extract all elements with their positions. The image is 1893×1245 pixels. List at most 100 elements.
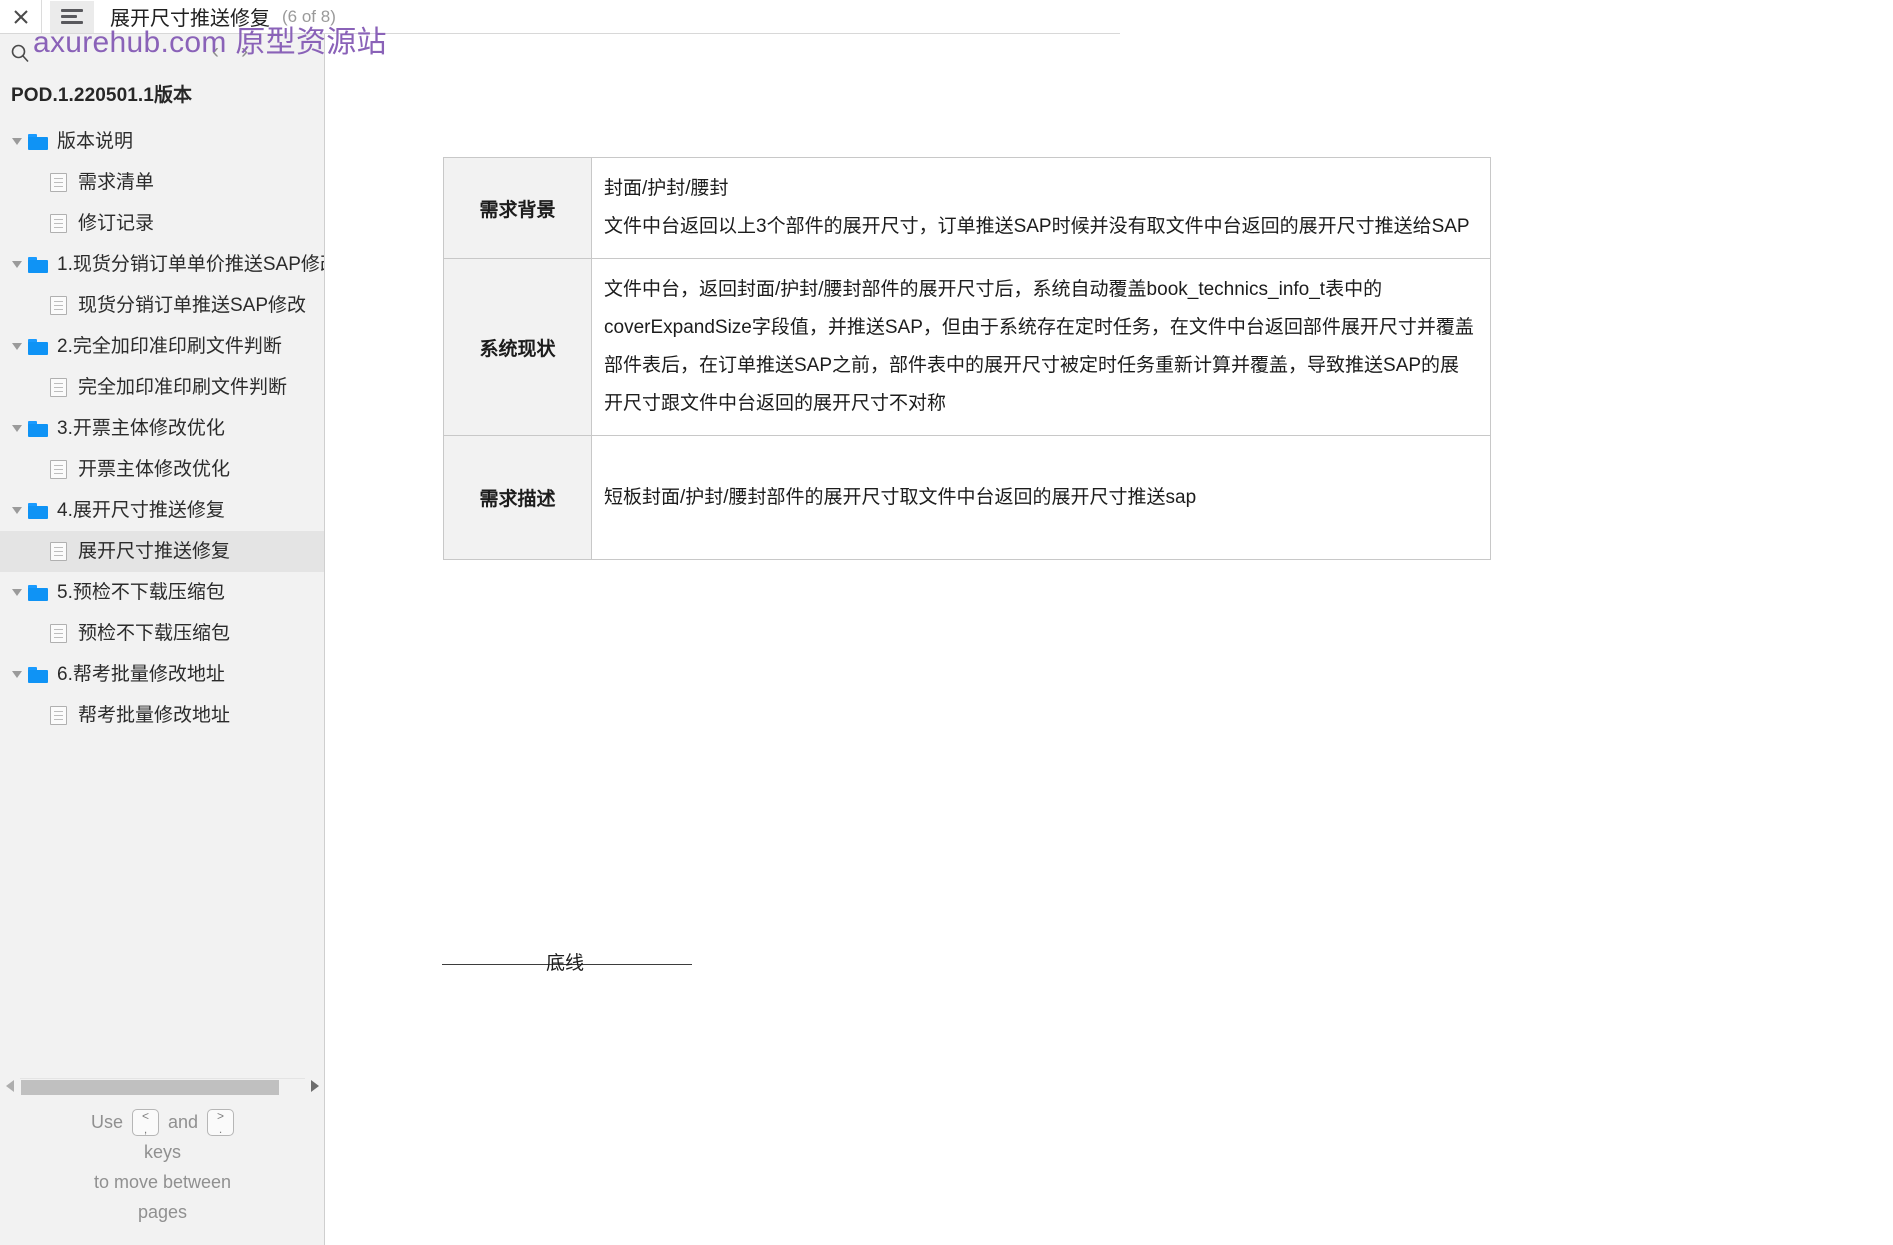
table-value-line: 封面/护封/腰封	[604, 178, 729, 199]
bottom-line-widget: 底线	[442, 952, 692, 976]
folder-icon	[28, 502, 48, 519]
next-page-keycap: > .	[207, 1108, 235, 1136]
tree-page-row[interactable]: 展开尺寸推送修复	[0, 531, 324, 572]
table-value-line: 开尺寸跟文件中台返回的展开尺寸不对称	[604, 393, 947, 414]
tree-page-row[interactable]: 预检不下载压缩包	[0, 613, 324, 654]
folder-icon	[28, 420, 48, 437]
table-row-value: 封面/护封/腰封文件中台返回以上3个部件的展开尺寸，订单推送SAP时候并没有取文…	[591, 157, 1491, 259]
page-nav-arrows: ‹ ›	[212, 40, 248, 64]
prev-page-keycap: < ,	[131, 1108, 159, 1136]
scrollbar-thumb[interactable]	[21, 1079, 279, 1095]
table-row-label: 需求描述	[443, 435, 592, 560]
scroll-left-arrow-icon[interactable]	[0, 1080, 20, 1092]
page-tree: 版本说明需求清单修订记录 1.现货分销订单单价推送SAP修改 现货分销订单推送SAP…	[0, 121, 324, 736]
table-row-label: 系统现状	[443, 258, 592, 436]
tree-item-label: 现货分销订单推送SAP修改	[78, 295, 307, 316]
chevron-down-icon[interactable]	[6, 425, 28, 432]
tree-page-row[interactable]: 需求清单	[0, 162, 324, 203]
hint-use-label: Use	[90, 1112, 123, 1132]
page-count-indicator: (6 of 8)	[282, 6, 336, 26]
tree-page-row[interactable]: 帮考批量修改地址	[0, 695, 324, 736]
tree-folder-row[interactable]: 6.帮考批量修改地址	[0, 654, 324, 695]
folder-icon	[28, 133, 48, 150]
chevron-down-icon[interactable]	[6, 589, 28, 596]
tree-item-label: 1.现货分销订单单价推送SAP修改	[57, 254, 324, 275]
sidebar-panel: ‹ › POD.1.220501.1版本 版本说明需求清单修订记录 1.现货分销订…	[0, 34, 325, 1245]
tree-item-label: 需求清单	[78, 172, 155, 193]
tree-item-label: 帮考批量修改地址	[78, 705, 231, 726]
page-document-icon	[50, 173, 67, 192]
table-value-line: coverExpandSize字段值，并推送SAP，但由于系统存在定时任务，在文…	[604, 317, 1474, 338]
page-document-icon	[50, 214, 67, 233]
hint-pages: pages	[137, 1202, 188, 1222]
keyboard-hint-footer: Use < , and > . keys to move between pag…	[0, 1107, 324, 1227]
chevron-down-icon[interactable]	[6, 343, 28, 350]
sidebar-toolbar: ‹ ›	[0, 34, 324, 72]
hint-and-label: and	[167, 1112, 199, 1132]
chevron-down-icon[interactable]	[6, 671, 28, 678]
table-row: 系统现状 文件中台，返回封面/护封/腰封部件的展开尺寸后，系统自动覆盖book_t…	[443, 258, 1491, 436]
tree-item-label: 3.开票主体修改优化	[57, 418, 225, 439]
tree-page-row[interactable]: 开票主体修改优化	[0, 449, 324, 490]
tree-item-label: 完全加印准印刷文件判断	[78, 377, 288, 398]
prev-page-arrow[interactable]: ‹	[212, 40, 219, 64]
folder-icon	[28, 256, 48, 273]
folder-icon	[28, 666, 48, 683]
keycap-next-bottom: .	[218, 1122, 223, 1136]
chevron-down-icon[interactable]	[6, 261, 28, 268]
page-document-icon	[50, 542, 67, 561]
sidebar-horizontal-scrollbar[interactable]	[0, 1075, 324, 1097]
scrollbar-track[interactable]	[20, 1077, 305, 1095]
page-document-icon	[50, 706, 67, 725]
keycap-prev-top: <	[141, 1109, 149, 1123]
prototype-viewer-app: ‹ › POD.1.220501.1版本 版本说明需求清单修订记录 1.现货分销订…	[0, 0, 1893, 1245]
folder-icon	[28, 584, 48, 601]
table-value-line: 文件中台返回以上3个部件的展开尺寸，订单推送SAP时候并没有取文件中台返回的展开…	[604, 216, 1470, 237]
viewer-topbar: 展开尺寸推送修复 (6 of 8)	[0, 0, 1120, 34]
hint-move-between: to move between	[93, 1172, 232, 1192]
tree-folder-row[interactable]: 版本说明	[0, 121, 324, 162]
close-icon[interactable]	[0, 0, 42, 33]
tree-item-label: 2.完全加印准印刷文件判断	[57, 336, 282, 357]
search-icon[interactable]	[0, 34, 40, 72]
table-row-value: 文件中台，返回封面/护封/腰封部件的展开尺寸后，系统自动覆盖book_techn…	[591, 258, 1491, 436]
page-document-icon	[50, 624, 67, 643]
hint-keys-word: keys	[143, 1142, 181, 1162]
tree-item-label: 预检不下载压缩包	[78, 623, 231, 644]
requirement-table: 需求背景 封面/护封/腰封文件中台返回以上3个部件的展开尺寸，订单推送SAP时候并…	[443, 157, 1491, 560]
tree-item-label: 6.帮考批量修改地址	[57, 664, 225, 685]
page-document-icon	[50, 460, 67, 479]
table-row-label: 需求背景	[443, 157, 592, 259]
table-value-line: 部件表后，在订单推送SAP之前，部件表中的展开尺寸被定时任务重新计算并覆盖，导致…	[604, 355, 1460, 376]
table-row: 需求背景 封面/护封/腰封文件中台返回以上3个部件的展开尺寸，订单推送SAP时候并…	[443, 157, 1491, 259]
chevron-down-icon[interactable]	[6, 138, 28, 145]
tree-folder-row[interactable]: 5.预检不下载压缩包	[0, 572, 324, 613]
scroll-right-arrow-icon[interactable]	[305, 1080, 324, 1092]
keycap-prev-bottom: ,	[143, 1122, 148, 1136]
bottom-line-label: 底线	[546, 953, 585, 974]
tree-folder-row[interactable]: 3.开票主体修改优化	[0, 408, 324, 449]
version-title: POD.1.220501.1版本	[11, 85, 193, 106]
hint-keys-row: Use < , and > .	[0, 1107, 324, 1137]
tree-page-row[interactable]: 现货分销订单推送SAP修改	[0, 285, 324, 326]
folder-icon	[28, 338, 48, 355]
chevron-down-icon[interactable]	[6, 507, 28, 514]
hamburger-menu-icon[interactable]	[50, 0, 94, 33]
tree-page-row[interactable]: 完全加印准印刷文件判断	[0, 367, 324, 408]
next-page-arrow[interactable]: ›	[241, 40, 248, 64]
tree-folder-row[interactable]: 1.现货分销订单单价推送SAP修改	[0, 244, 324, 285]
tree-page-row[interactable]: 修订记录	[0, 203, 324, 244]
table-row: 需求描述 短板封面/护封/腰封部件的展开尺寸取文件中台返回的展开尺寸推送sap	[443, 435, 1491, 560]
table-value-line: 短板封面/护封/腰封部件的展开尺寸取文件中台返回的展开尺寸推送sap	[604, 486, 1197, 508]
tree-folder-row[interactable]: 2.完全加印准印刷文件判断	[0, 326, 324, 367]
tree-item-label: 修订记录	[78, 213, 155, 234]
tree-item-label: 5.预检不下载压缩包	[57, 582, 225, 603]
tree-item-label: 4.展开尺寸推送修复	[57, 500, 225, 521]
page-title: 展开尺寸推送修复	[110, 8, 270, 30]
page-document-icon	[50, 296, 67, 315]
tree-folder-row[interactable]: 4.展开尺寸推送修复	[0, 490, 324, 531]
tree-item-label: 展开尺寸推送修复	[78, 541, 231, 562]
prototype-canvas: 需求背景 封面/护封/腰封文件中台返回以上3个部件的展开尺寸，订单推送SAP时候并…	[326, 0, 1893, 1245]
tree-item-label: 开票主体修改优化	[78, 459, 231, 480]
table-row-value: 短板封面/护封/腰封部件的展开尺寸取文件中台返回的展开尺寸推送sap	[591, 435, 1491, 560]
